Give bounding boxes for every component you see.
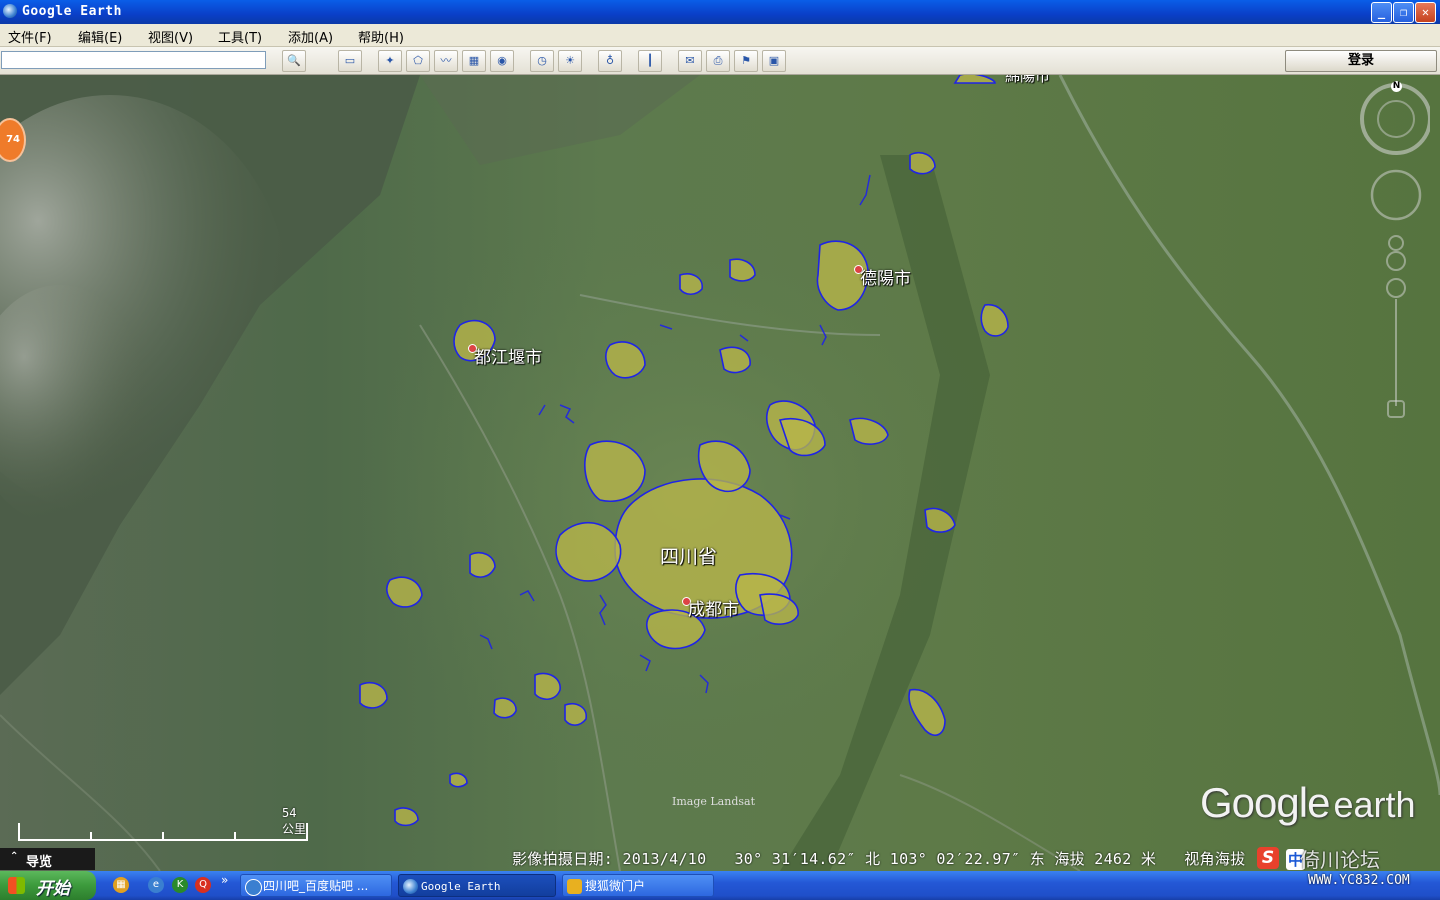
print-icon: ⎙ xyxy=(713,54,723,67)
window-title-bar[interactable]: Google Earth _ ❐ ✕ xyxy=(0,0,1440,24)
satellite-imagery xyxy=(0,75,1440,871)
sidebar-toggle-button[interactable]: ▭ xyxy=(338,50,362,72)
window-title: Google Earth xyxy=(22,4,122,19)
menu-file[interactable]: 文件(F) xyxy=(8,27,52,46)
toolbar: 🔍 ▭ ✦ ⬠ 〰 ▦ ◉ ◷ ☀ ♁ ┃ ✉ ⎙ ⚑ ▣ 登录 xyxy=(0,47,1440,75)
start-button[interactable]: 开始 xyxy=(0,871,96,900)
task-tieba[interactable]: 四川吧_百度贴吧 ... xyxy=(240,874,392,897)
google-earth-app-icon xyxy=(3,4,17,18)
ruler-button[interactable]: ┃ xyxy=(638,50,662,72)
qq-icon[interactable]: Q xyxy=(195,877,211,893)
image-icon: ▣ xyxy=(768,54,780,67)
switch-planet-button[interactable]: ♁ xyxy=(598,50,622,72)
menu-add[interactable]: 添加(A) xyxy=(288,27,333,46)
tour-guide-label: 导览 xyxy=(26,855,53,870)
scale-text: 54 公里 xyxy=(282,806,307,836)
scale-bar-graphic xyxy=(18,823,308,841)
label-mianyang: 綿陽市 xyxy=(1005,75,1051,85)
ie-icon[interactable]: e xyxy=(148,877,164,893)
add-polygon-button[interactable]: ⬠ xyxy=(406,50,430,72)
task-label: Google Earth xyxy=(421,880,501,893)
logo-earth: earth xyxy=(1333,784,1416,825)
image-credit: Image Landsat xyxy=(672,795,755,808)
email-button[interactable]: ✉ xyxy=(678,50,702,72)
watermark-text: 倚川论坛 xyxy=(1300,848,1380,872)
elevation: 海拔 2462 米 xyxy=(1054,850,1157,868)
polygon-icon: ⬠ xyxy=(413,54,423,67)
restore-icon: ❐ xyxy=(1399,5,1408,19)
sogou-icon: S xyxy=(1257,847,1279,869)
chevron-up-icon: ⌃ xyxy=(10,851,19,862)
sohu-icon xyxy=(567,879,582,894)
eye-altitude: 视角海拔 xyxy=(1184,850,1246,868)
label-sichuan: 四川省 xyxy=(660,546,718,568)
start-label: 开始 xyxy=(36,879,70,898)
historical-imagery-button[interactable]: ◷ xyxy=(530,50,554,72)
add-path-button[interactable]: 〰 xyxy=(434,50,458,72)
menu-tools[interactable]: 工具(T) xyxy=(218,27,262,46)
print-button[interactable]: ⎙ xyxy=(706,50,730,72)
longitude: 103° 02′22.97″ 东 xyxy=(889,850,1045,868)
task-label: 搜狐微门户 xyxy=(585,879,646,893)
scale-bar: 54 公里 xyxy=(18,806,308,843)
google-earth-icon xyxy=(403,879,418,894)
browser-icon[interactable]: K xyxy=(172,877,188,893)
latitude: 30° 31′14.62″ 北 xyxy=(734,850,881,868)
ruler-icon: ┃ xyxy=(646,54,654,67)
tour-guide-toggle[interactable]: ⌃ 导览 xyxy=(0,848,95,870)
view-in-maps-button[interactable]: ⚑ xyxy=(734,50,758,72)
restore-button[interactable]: ❐ xyxy=(1393,2,1414,23)
add-placemark-button[interactable]: ✦ xyxy=(378,50,402,72)
more-quicklaunch-icon[interactable]: » xyxy=(221,873,228,887)
menu-edit[interactable]: 编辑(E) xyxy=(78,27,122,46)
sidebar-icon: ▭ xyxy=(344,54,356,67)
navigation-controls[interactable] xyxy=(1360,81,1430,441)
watermark-url: WWW.YC832.COM xyxy=(1308,873,1410,888)
minimize-icon: _ xyxy=(1377,5,1386,19)
clock-icon: ◷ xyxy=(537,54,547,67)
imagery-date: 影像拍摄日期: 2013/4/10 xyxy=(512,850,707,868)
label-deyang: 德陽市 xyxy=(860,269,911,289)
menu-bar: 文件(F) 编辑(E) 视图(V) 工具(T) 添加(A) 帮助(H) xyxy=(0,24,1440,47)
search-input[interactable] xyxy=(1,51,266,69)
close-icon: ✕ xyxy=(1421,5,1430,19)
ie-icon xyxy=(245,879,262,896)
search-button[interactable]: 🔍 xyxy=(282,50,306,72)
menu-help[interactable]: 帮助(H) xyxy=(358,27,404,46)
pushpin-icon: ✦ xyxy=(385,54,395,67)
search-icon: 🔍 xyxy=(287,54,301,67)
label-dujiangyan: 都江堰市 xyxy=(474,348,542,368)
path-icon: 〰 xyxy=(440,54,452,67)
menu-view[interactable]: 视图(V) xyxy=(148,27,193,46)
task-sohu[interactable]: 搜狐微门户 xyxy=(562,874,714,897)
taskbar: 开始 ▦ e K Q » 四川吧_百度贴吧 ... Google Earth 搜… xyxy=(0,871,1440,900)
close-button[interactable]: ✕ xyxy=(1415,2,1436,23)
compass-north[interactable]: N xyxy=(1391,81,1402,92)
planet-icon: ♁ xyxy=(605,54,615,67)
earth-map-view[interactable]: 德陽市 都江堰市 四川省 成都市 綿陽市 74 N Image Landsat … xyxy=(0,75,1440,871)
logo-google: Google xyxy=(1200,779,1330,826)
minimize-button[interactable]: _ xyxy=(1371,2,1392,23)
status-bar: 影像拍摄日期: 2013/4/10 30° 31′14.62″ 北 103° 0… xyxy=(512,848,1245,869)
overlay-icon: ▦ xyxy=(468,54,480,67)
maps-icon: ⚑ xyxy=(741,54,751,67)
windows-logo-icon xyxy=(8,877,25,894)
show-desktop-icon[interactable]: ▦ xyxy=(113,877,129,893)
login-button[interactable]: 登录 xyxy=(1285,50,1437,72)
sunlight-button[interactable]: ☀ xyxy=(558,50,582,72)
record-tour-button[interactable]: ◉ xyxy=(490,50,514,72)
label-chengdu: 成都市 xyxy=(688,600,739,620)
google-earth-logo: Google earth xyxy=(1200,779,1416,827)
save-image-button[interactable]: ▣ xyxy=(762,50,786,72)
task-google-earth[interactable]: Google Earth xyxy=(398,874,556,897)
sun-icon: ☀ xyxy=(565,54,575,67)
email-icon: ✉ xyxy=(685,54,695,67)
image-overlay-button[interactable]: ▦ xyxy=(462,50,486,72)
record-icon: ◉ xyxy=(497,54,507,67)
task-label: 四川吧_百度贴吧 ... xyxy=(263,879,369,893)
